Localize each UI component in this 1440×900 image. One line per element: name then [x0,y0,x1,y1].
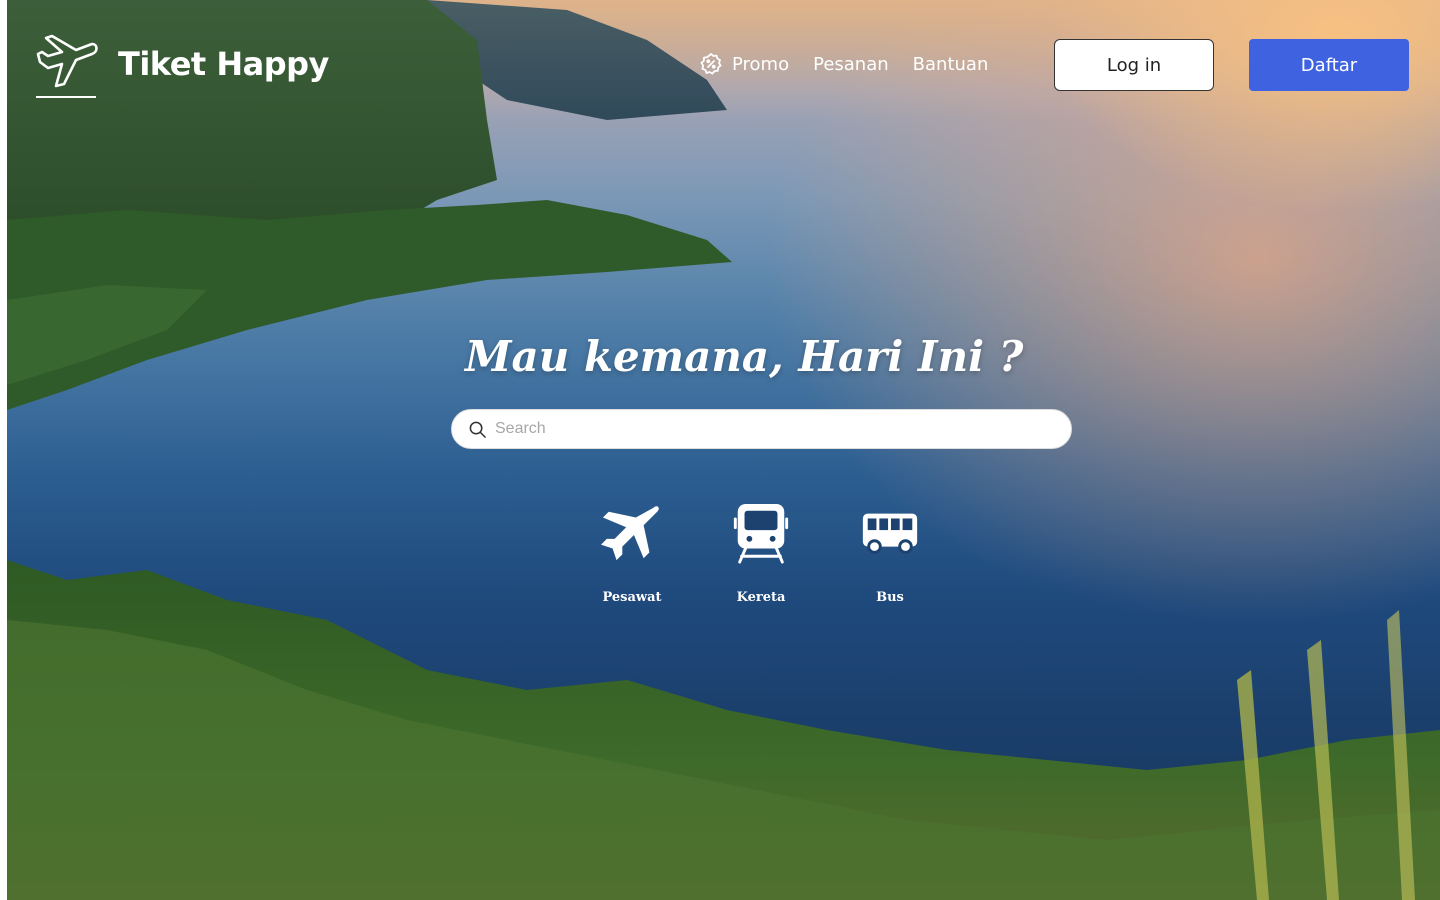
main-nav: Promo Pesanan Bantuan [699,52,1012,76]
nav-item-label: Pesanan [813,53,889,75]
transport-label: Bus [876,590,904,605]
signup-button[interactable]: Daftar [1249,39,1409,91]
nav-item-pesanan[interactable]: Pesanan [813,54,889,75]
transport-option-pesawat[interactable]: Pesawat [577,502,687,605]
badge-percent-icon [700,53,722,75]
login-button[interactable]: Log in [1054,39,1214,91]
search-icon [469,421,486,438]
transport-option-kereta[interactable]: Kereta [706,502,816,605]
hills-bottom-illustration [7,560,1440,900]
hero-headline: Mau kemana, Hari Ini ? [465,332,1024,381]
nav-item-promo[interactable]: Promo [699,52,789,76]
search-input[interactable] [495,420,1035,438]
airplane-takeoff-icon [34,30,102,98]
hero-background [7,0,1440,900]
train-icon [733,503,789,564]
transport-label: Kereta [736,590,786,605]
airplane-icon [601,506,659,561]
transport-label: Pesawat [602,590,662,605]
transport-option-bus[interactable]: Bus [835,502,945,605]
logo-underline [36,96,96,98]
nav-item-label: Promo [732,53,790,75]
search-bar[interactable] [451,409,1072,449]
bus-icon [862,513,918,554]
brand-name: Tiket Happy [118,45,329,83]
nav-item-label: Bantuan [912,53,989,75]
brand-logo[interactable]: Tiket Happy [34,30,329,98]
nav-item-bantuan[interactable]: Bantuan [913,54,989,75]
